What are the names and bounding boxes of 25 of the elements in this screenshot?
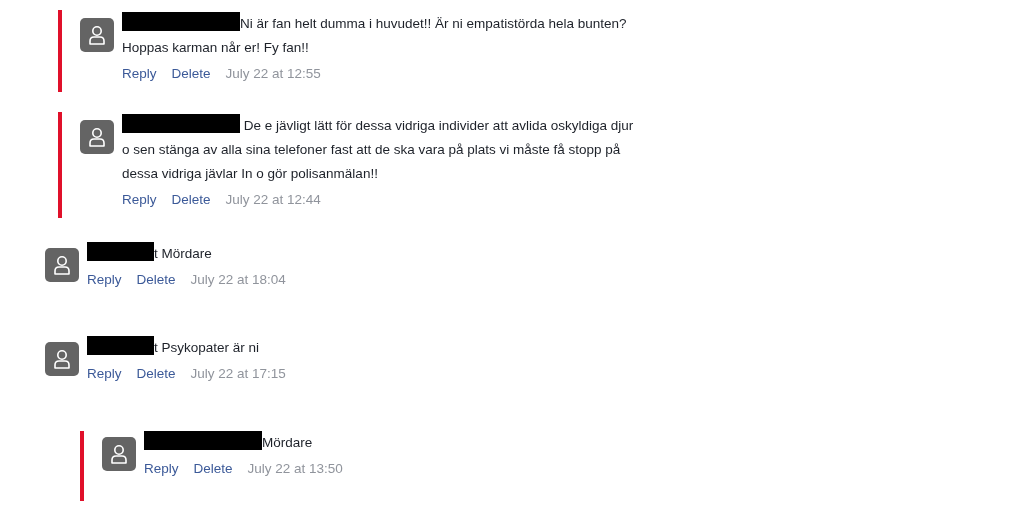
action-link[interactable]: Reply [122,66,157,81]
avatar-icon [102,437,136,471]
action-link[interactable]: Delete [136,366,176,381]
avatar-icon [80,120,114,154]
avatar-icon [45,248,79,282]
action-link[interactable]: Delete [171,192,211,207]
action-link[interactable]: Delete [136,272,176,287]
comment-text: De e jävligt lätt för dessa vidriga individer att avlida oskyldiga djur o sen stänga av alla sina telefoner fast att de ska vara på plats vi måste få stopp på dessa vidriga jävlar In o gör polisanmälan!! [122,114,637,186]
comment-text: Mördare [144,431,659,455]
timestamp: July 22 at 17:15 [190,366,286,381]
action-link[interactable]: Reply [122,192,157,207]
timestamp: July 22 at 12:55 [225,66,321,81]
action-link[interactable]: Reply [87,366,122,381]
action-link[interactable]: Reply [144,461,179,476]
timestamp: July 22 at 13:50 [247,461,343,476]
timestamp: July 22 at 12:44 [225,192,321,207]
comment-text: t Mördare [87,242,602,266]
avatar-icon [80,18,114,52]
action-link[interactable]: Reply [87,272,122,287]
timestamp: July 22 at 18:04 [190,272,286,287]
action-link[interactable]: Delete [171,66,211,81]
avatar-icon [45,342,79,376]
comment-text: t Psykopater är ni [87,336,602,360]
comment-text: Ni är fan helt dumma i huvudet!! Är ni empatistörda hela bunten? Hoppas karman når er! Fy fan!! [122,12,637,60]
action-link[interactable]: Delete [193,461,233,476]
